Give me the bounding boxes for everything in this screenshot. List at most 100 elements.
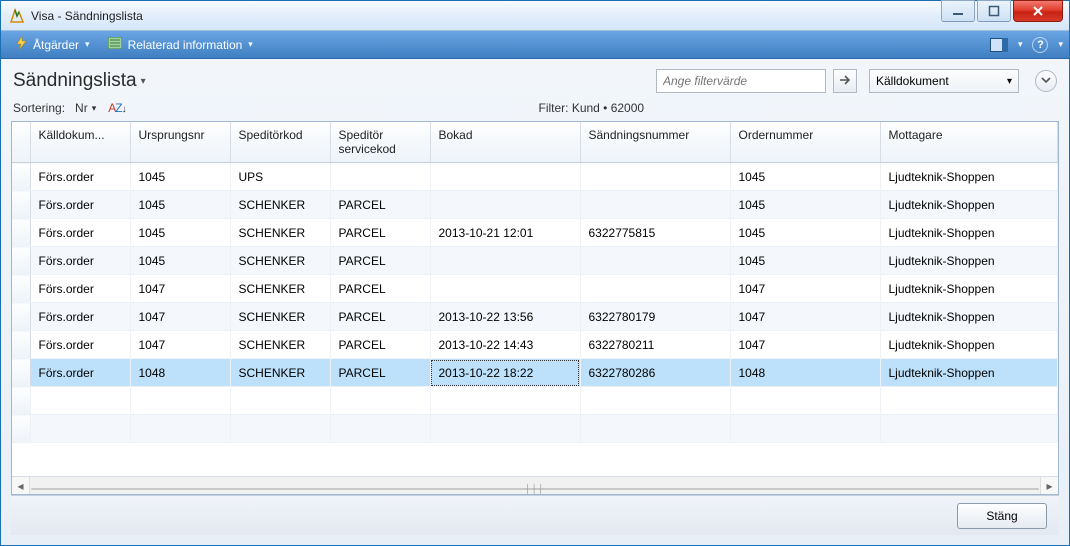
chevron-down-icon[interactable]: ▾ xyxy=(1058,39,1063,50)
filter-go-button[interactable] xyxy=(833,69,857,93)
cell[interactable]: 1047 xyxy=(730,331,880,359)
cell[interactable]: PARCEL xyxy=(330,303,430,331)
col-mottagare[interactable]: Mottagare xyxy=(880,122,1058,163)
row-selector[interactable] xyxy=(12,219,30,247)
cell[interactable]: 6322780286 xyxy=(580,359,730,387)
cell[interactable]: SCHENKER xyxy=(230,331,330,359)
cell[interactable]: Förs.order xyxy=(30,219,130,247)
cell[interactable]: Ljudteknik-Shoppen xyxy=(880,359,1058,387)
cell[interactable]: Förs.order xyxy=(30,331,130,359)
cell[interactable]: 2013-10-22 18:22 xyxy=(430,359,580,387)
cell[interactable]: 2013-10-22 13:56 xyxy=(430,303,580,331)
cell[interactable]: 1047 xyxy=(130,331,230,359)
table-row[interactable]: Förs.order1048SCHENKERPARCEL2013-10-22 1… xyxy=(12,359,1058,387)
close-button[interactable] xyxy=(1013,0,1063,22)
table-row[interactable]: Förs.order1045SCHENKERPARCEL1045Ljudtekn… xyxy=(12,247,1058,275)
cell[interactable]: Ljudteknik-Shoppen xyxy=(880,163,1058,191)
cell[interactable]: 1045 xyxy=(130,247,230,275)
row-selector[interactable] xyxy=(12,359,30,387)
cell[interactable]: 1048 xyxy=(730,359,880,387)
row-selector-header[interactable] xyxy=(12,122,30,163)
cell[interactable]: PARCEL xyxy=(330,247,430,275)
cell[interactable]: Förs.order xyxy=(30,191,130,219)
row-selector[interactable] xyxy=(12,275,30,303)
cell[interactable]: 1045 xyxy=(730,191,880,219)
cell[interactable]: SCHENKER xyxy=(230,191,330,219)
maximize-button[interactable] xyxy=(977,0,1011,22)
cell[interactable]: 1045 xyxy=(730,163,880,191)
cell[interactable] xyxy=(580,247,730,275)
cell[interactable]: Förs.order xyxy=(30,163,130,191)
scroll-right-button[interactable]: ▸ xyxy=(1040,477,1058,494)
cell[interactable]: 2013-10-21 12:01 xyxy=(430,219,580,247)
actions-menu[interactable]: Åtgärder ▾ xyxy=(7,33,98,56)
cell[interactable]: UPS xyxy=(230,163,330,191)
cell[interactable]: Förs.order xyxy=(30,303,130,331)
close-dialog-button[interactable]: Stäng xyxy=(957,503,1047,529)
cell[interactable]: 6322780211 xyxy=(580,331,730,359)
cell[interactable] xyxy=(580,275,730,303)
cell[interactable]: Ljudteknik-Shoppen xyxy=(880,275,1058,303)
cell[interactable]: Ljudteknik-Shoppen xyxy=(880,303,1058,331)
cell[interactable]: 1045 xyxy=(130,163,230,191)
cell[interactable]: 1045 xyxy=(130,191,230,219)
col-ordernummer[interactable]: Ordernummer xyxy=(730,122,880,163)
col-kalldokument[interactable]: Källdokum... xyxy=(30,122,130,163)
cell[interactable]: 2013-10-22 14:43 xyxy=(430,331,580,359)
table-row[interactable]: Förs.order1047SCHENKERPARCEL2013-10-22 1… xyxy=(12,331,1058,359)
cell[interactable]: SCHENKER xyxy=(230,275,330,303)
chevron-down-icon[interactable]: ▾ xyxy=(1018,39,1023,50)
cell[interactable]: 1048 xyxy=(130,359,230,387)
col-bokad[interactable]: Bokad xyxy=(430,122,580,163)
cell[interactable]: 1047 xyxy=(130,303,230,331)
cell[interactable]: Ljudteknik-Shoppen xyxy=(880,331,1058,359)
cell[interactable]: 1047 xyxy=(730,303,880,331)
col-speditorkod[interactable]: Speditörkod xyxy=(230,122,330,163)
row-selector[interactable] xyxy=(12,303,30,331)
cell[interactable] xyxy=(580,163,730,191)
cell[interactable]: Förs.order xyxy=(30,359,130,387)
cell[interactable] xyxy=(580,191,730,219)
cell[interactable]: PARCEL xyxy=(330,191,430,219)
row-selector[interactable] xyxy=(12,163,30,191)
filter-field-combo[interactable]: Källdokument ▾ xyxy=(869,69,1019,93)
scroll-left-button[interactable]: ◂ xyxy=(12,477,30,494)
cell[interactable]: SCHENKER xyxy=(230,303,330,331)
sort-field-dropdown[interactable]: Nr ▾ xyxy=(75,101,96,115)
col-servicekod[interactable]: Speditör servicekod xyxy=(330,122,430,163)
page-title-dropdown[interactable]: Sändningslista ▾ xyxy=(13,70,146,92)
cell[interactable]: Ljudteknik-Shoppen xyxy=(880,247,1058,275)
cell[interactable] xyxy=(430,247,580,275)
cell[interactable]: 6322775815 xyxy=(580,219,730,247)
cell[interactable]: 1045 xyxy=(730,219,880,247)
row-selector[interactable] xyxy=(12,331,30,359)
sort-direction-button[interactable]: AZ↓ xyxy=(108,101,125,115)
table-row[interactable]: Förs.order1047SCHENKERPARCEL2013-10-22 1… xyxy=(12,303,1058,331)
scroll-thumb[interactable]: │││ xyxy=(31,488,1039,490)
cell[interactable] xyxy=(430,191,580,219)
cell[interactable]: PARCEL xyxy=(330,331,430,359)
cell[interactable]: Förs.order xyxy=(30,247,130,275)
minimize-button[interactable] xyxy=(941,0,975,22)
col-sandningsnummer[interactable]: Sändningsnummer xyxy=(580,122,730,163)
cell[interactable]: PARCEL xyxy=(330,219,430,247)
cell[interactable] xyxy=(330,163,430,191)
help-icon[interactable]: ? xyxy=(1032,37,1048,53)
cell[interactable]: 1045 xyxy=(730,247,880,275)
related-info-menu[interactable]: Relaterad information ▾ xyxy=(100,34,261,55)
table-row[interactable]: Förs.order1045UPS1045Ljudteknik-Shoppen xyxy=(12,163,1058,191)
cell[interactable]: 1047 xyxy=(130,275,230,303)
cell[interactable]: PARCEL xyxy=(330,275,430,303)
cell[interactable]: PARCEL xyxy=(330,359,430,387)
table-row[interactable]: Förs.order 1045 SCHENKERPARCEL2013-10-21 1… xyxy=(12,219,1058,247)
cell[interactable]: Ljudteknik-Shoppen xyxy=(880,219,1058,247)
cell[interactable]: SCHENKER xyxy=(230,247,330,275)
cell[interactable]: SCHENKER xyxy=(230,219,330,247)
table-row[interactable]: Förs.order1047SCHENKERPARCEL1047Ljudtekn… xyxy=(12,275,1058,303)
table-row[interactable]: Förs.order1045SCHENKERPARCEL1045Ljudtekn… xyxy=(12,191,1058,219)
row-selector[interactable] xyxy=(12,191,30,219)
col-ursprungsnr[interactable]: Ursprungsnr xyxy=(130,122,230,163)
row-selector[interactable] xyxy=(12,247,30,275)
cell[interactable] xyxy=(430,275,580,303)
cell[interactable]: Förs.order xyxy=(30,275,130,303)
